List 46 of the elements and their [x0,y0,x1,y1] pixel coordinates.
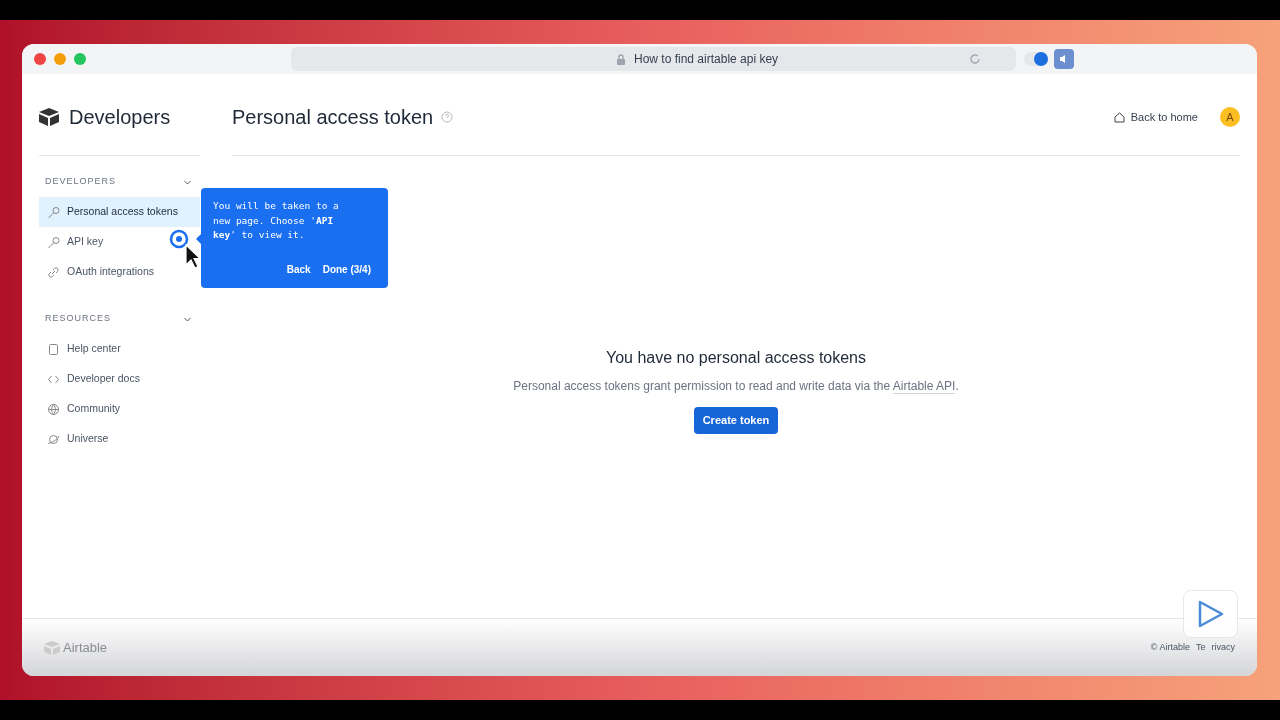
back-to-home-link[interactable]: Back to home [1113,108,1198,126]
minimize-icon[interactable] [54,53,66,65]
globe-icon [47,402,60,416]
sidebar-title: Developers [69,105,171,130]
sidebar-item[interactable]: Developer docs [39,364,200,394]
cursor-icon [185,244,201,270]
play-toggle[interactable] [1024,52,1048,66]
book-icon [47,342,60,356]
airtable-logo-icon [44,640,60,655]
box-logo-icon [39,108,59,126]
close-icon[interactable] [34,53,46,65]
key-icon [47,205,60,219]
sidebar-item[interactable]: OAuth integrations [39,257,200,287]
sidebar-item[interactable]: Community [39,394,200,424]
footer-link[interactable]: © Airtable [1150,640,1190,655]
create-token-button[interactable]: Create token [693,407,779,434]
tour-button[interactable]: Done (3/4) [322,261,371,277]
empty-state-description: Personal access tokens grant permission to read and write data via the Airtable API. [513,378,959,395]
key-icon [47,235,60,249]
pulse-target-icon [169,229,189,249]
play-icon [1196,599,1225,629]
tour-button[interactable]: Back [286,261,311,277]
section-heading: DEVELOPERS [45,175,117,189]
sidebar-item[interactable]: Help center [39,334,200,364]
sidebar-item[interactable]: API key [39,227,200,257]
empty-state-heading: You have no personal access tokens [606,348,866,368]
sidebar-item[interactable]: Personal access tokens [39,197,200,227]
footer-link[interactable]: Te [1195,640,1206,655]
sidebar-item[interactable]: Universe [39,424,200,454]
address-bar[interactable]: How to find airtable api key [291,47,1016,71]
page-title: Personal access token [232,105,434,130]
user-avatar[interactable]: A [1220,107,1240,127]
footer-brand: Airtable [63,638,108,657]
address-text: How to find airtable api key [634,51,779,68]
maximize-icon[interactable] [74,53,86,65]
mute-button[interactable] [1054,49,1074,69]
home-icon [1113,111,1125,123]
lock-icon [616,53,626,65]
planet-icon [47,432,60,446]
reload-icon[interactable] [969,53,981,65]
section-heading: RESOURCES [45,312,111,326]
footer-link[interactable]: rivacy [1211,640,1235,655]
link-icon [47,265,60,279]
video-play-button[interactable] [1183,590,1238,638]
help-icon[interactable] [441,111,454,123]
tour-message: You will be taken to a new page. Choose 'API key' to view it. [213,199,340,242]
